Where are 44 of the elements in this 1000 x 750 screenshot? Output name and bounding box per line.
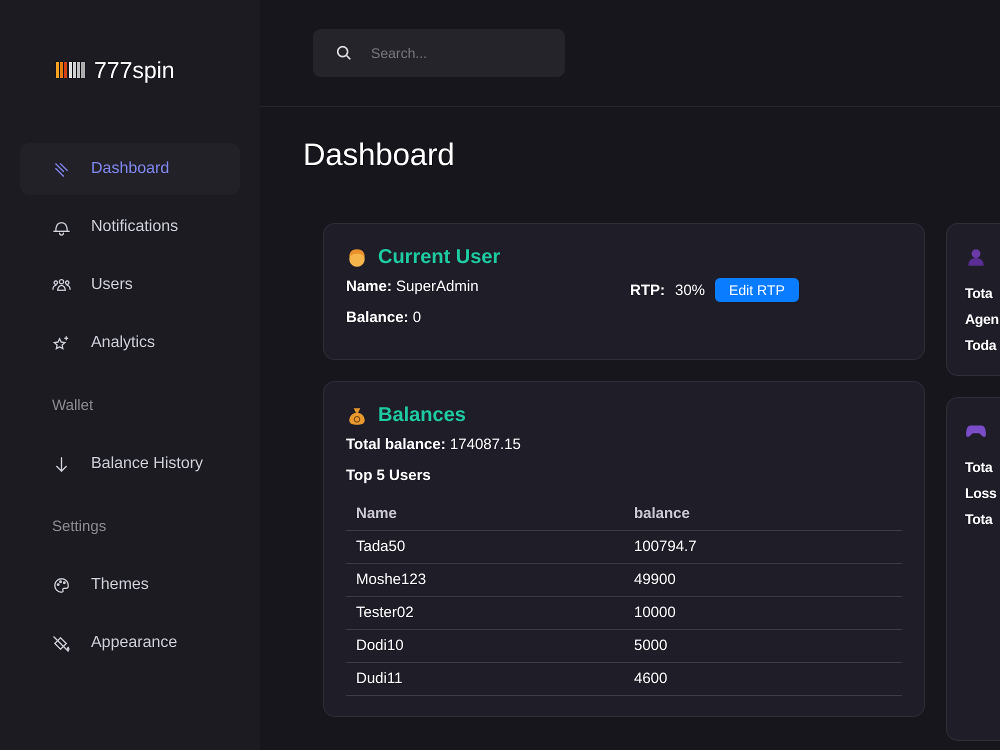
rtp-label: RTP: (630, 282, 665, 298)
palette-icon (52, 576, 71, 594)
rtp-value: 30% (675, 282, 706, 298)
table-cell: Tester02 (346, 596, 624, 630)
logo-icon (56, 60, 86, 80)
table-cell: 10000 (624, 596, 902, 630)
sidebar-item[interactable]: Themes (20, 559, 240, 611)
stat-label: Toda (965, 336, 996, 355)
star-icon (52, 334, 71, 352)
stat-label: Tota (965, 510, 992, 529)
table-cell: Moshe123 (346, 564, 624, 596)
card-title: Balances (378, 404, 466, 427)
table-cell: Tada50 (346, 530, 624, 564)
table-cell: Dodi10 (346, 630, 624, 662)
card-title: Current User (378, 246, 500, 269)
total-balance-text: Total balance: 174087.15 (346, 435, 522, 455)
balance-text: Balance: 0 (346, 308, 422, 328)
table-cell: 49900 (624, 564, 902, 596)
table-cell: 4600 (624, 662, 902, 696)
sidebar-item[interactable]: Analytics (20, 317, 240, 369)
table-cell: 5000 (624, 630, 902, 662)
search-icon (335, 44, 353, 62)
sidebar-item[interactable]: Users (20, 259, 240, 311)
section-subtitle: Top 5 Users (346, 466, 432, 486)
stat-label: Tota (965, 458, 992, 477)
sidebar-item[interactable]: Balance History (20, 438, 240, 490)
page-title: Dashboard (303, 137, 456, 173)
brand-name: 777spin (94, 56, 175, 84)
name-text: Name: SuperAdmin (346, 277, 480, 297)
sidebar-item[interactable]: Dashboard (20, 143, 240, 195)
paint-bucket-icon (52, 634, 71, 652)
search-field[interactable]: Search... (313, 29, 565, 77)
sidebar-item[interactable]: Notifications (20, 201, 240, 253)
stat-label: Agen (965, 310, 999, 329)
stat-label: Tota (965, 284, 992, 303)
table-cell: 100794.7 (624, 530, 902, 564)
column-header: balance (624, 497, 902, 530)
column-header: Name (346, 497, 624, 530)
sidebar-item[interactable]: Appearance (20, 617, 240, 669)
section-heading: Wallet (51, 396, 94, 416)
section-heading: Settings (51, 517, 108, 537)
table-cell: Dudi11 (346, 662, 624, 696)
edit-rtp-button[interactable]: Edit RTP (715, 278, 799, 302)
stat-label: Loss (965, 484, 996, 503)
